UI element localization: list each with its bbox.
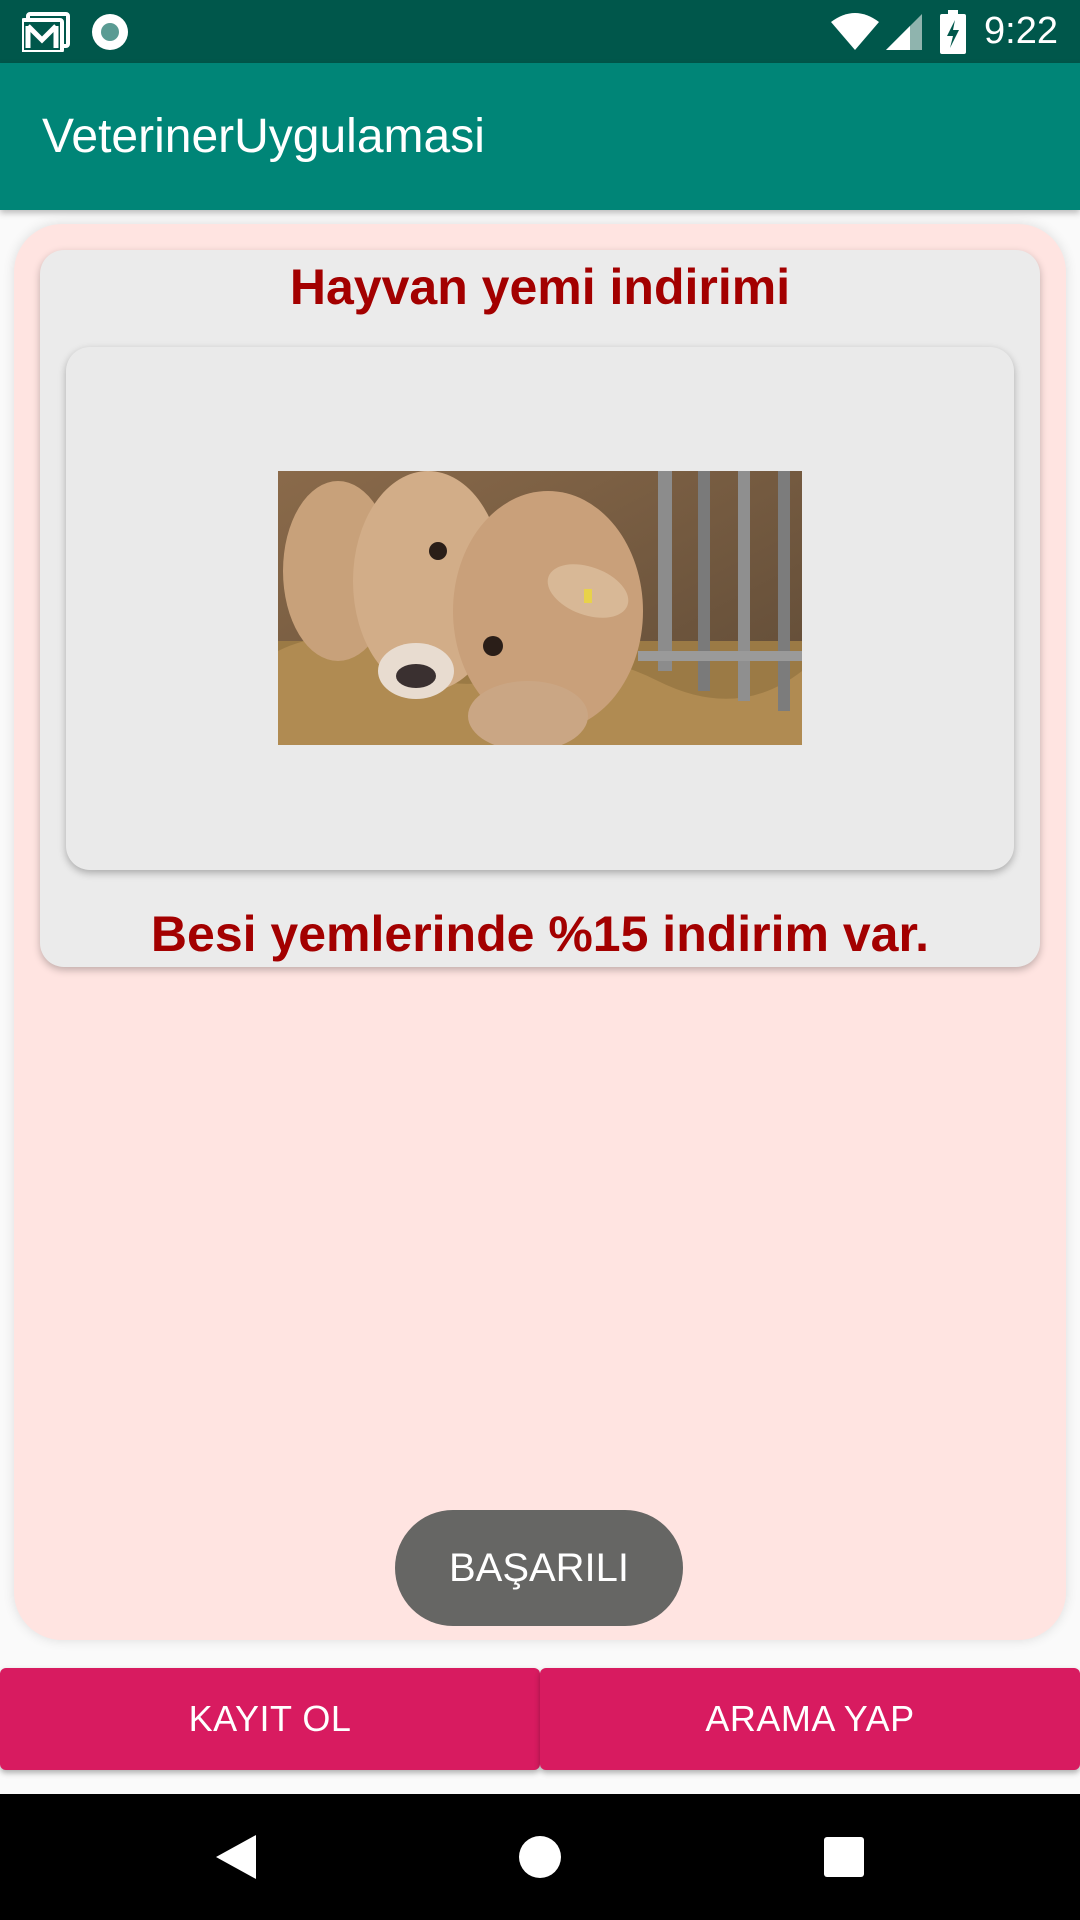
image-card bbox=[66, 347, 1014, 870]
signal-icon bbox=[884, 0, 924, 63]
announcement-card: Hayvan yemi indirimi Besi yemlerinde %15… bbox=[40, 250, 1040, 967]
card-title: Hayvan yemi indirimi bbox=[289, 259, 791, 315]
battery-charging-icon bbox=[940, 0, 966, 63]
search-button[interactable]: ARAMA YAP bbox=[540, 1668, 1080, 1770]
gmail-icon bbox=[22, 0, 70, 63]
success-toast: BAŞARILI bbox=[395, 1510, 683, 1626]
record-icon bbox=[90, 0, 130, 63]
status-bar: 9:22 bbox=[0, 0, 1080, 63]
card-description: Besi yemlerinde %15 indirim var. bbox=[150, 906, 930, 962]
recents-icon[interactable] bbox=[806, 1794, 882, 1920]
back-icon[interactable] bbox=[200, 1794, 272, 1920]
cows-eating-hay-photo bbox=[278, 471, 802, 745]
wifi-icon bbox=[830, 0, 880, 63]
register-button[interactable]: KAYIT OL bbox=[0, 1668, 540, 1770]
home-icon[interactable] bbox=[502, 1794, 578, 1920]
clock: 9:22 bbox=[984, 10, 1058, 52]
navigation-bar bbox=[0, 1794, 1080, 1920]
app-bar: VeterinerUygulamasi bbox=[0, 63, 1080, 210]
app-title: VeterinerUygulamasi bbox=[42, 110, 485, 163]
